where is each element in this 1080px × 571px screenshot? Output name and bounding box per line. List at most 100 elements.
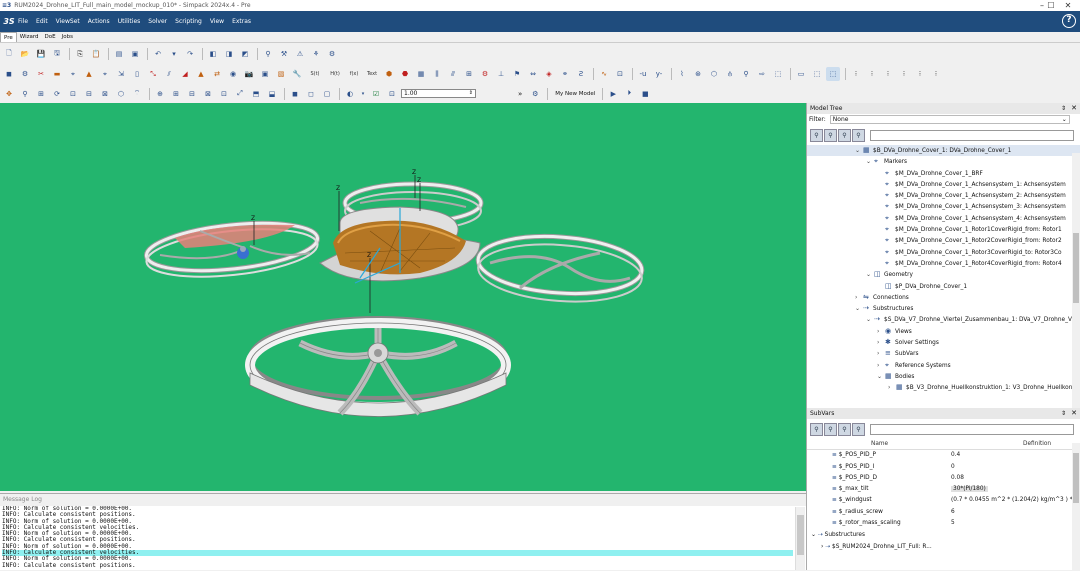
col-definition[interactable]: Definition bbox=[947, 439, 1073, 449]
color-icon[interactable]: ◐ bbox=[343, 87, 357, 101]
subvar-row[interactable]: ≡ $_rotor_mass_scaling 5 bbox=[807, 518, 1080, 529]
subvar-definition[interactable]: 0.08 bbox=[951, 475, 964, 481]
view-icon[interactable]: ▣ bbox=[258, 67, 272, 81]
display-8-icon[interactable]: ⬓ bbox=[265, 87, 279, 101]
solid-icon[interactable]: ◼ bbox=[288, 87, 302, 101]
model-overview-icon[interactable]: ▤ bbox=[112, 47, 126, 61]
new-model-icon[interactable]: 🗋 bbox=[2, 47, 16, 61]
menu-viewset[interactable]: ViewSet bbox=[56, 18, 80, 25]
undo-icon[interactable]: ↶ bbox=[151, 47, 165, 61]
rotate-icon[interactable]: ⟳ bbox=[50, 87, 64, 101]
tab-pre[interactable]: Pre bbox=[0, 32, 17, 42]
drone-model[interactable]: Z Z Z Z Z bbox=[0, 103, 806, 491]
subvars-group-child[interactable]: › ⇢ $S_RUM2024_Drohne_LIT_Full: R... bbox=[807, 541, 1080, 552]
tree-node[interactable]: ◫ $P_DVa_Drohne_Cover_1 bbox=[807, 281, 1080, 292]
body-icon[interactable]: ◼ bbox=[2, 67, 16, 81]
io-icon[interactable]: ⇄ bbox=[210, 67, 224, 81]
tree-node[interactable]: ⌄ ⇢ Substructures bbox=[807, 303, 1080, 314]
pan-icon[interactable]: ✥ bbox=[2, 87, 16, 101]
constraint-icon[interactable]: ⚙ bbox=[325, 47, 339, 61]
connection-icon[interactable]: ⇲ bbox=[114, 67, 128, 81]
animation-icon[interactable]: ⊛ bbox=[691, 67, 705, 81]
open-icon[interactable]: 📂 bbox=[18, 47, 32, 61]
joint-add-icon[interactable]: ⚙ bbox=[18, 67, 32, 81]
expression-button[interactable]: f(x) bbox=[346, 67, 362, 81]
log-scrollbar[interactable] bbox=[795, 507, 805, 570]
expand-arrow-icon[interactable]: › bbox=[877, 326, 885, 337]
link-icon[interactable]: ⇔ bbox=[526, 67, 540, 81]
tree-node[interactable]: › ⇋ Connections bbox=[807, 292, 1080, 303]
display-7-icon[interactable]: ⬒ bbox=[249, 87, 263, 101]
tree-node[interactable]: ⌖ $M_DVa_Drohne_Cover_1_Achsensystem_1: A… bbox=[807, 179, 1080, 190]
primitive-icon[interactable]: ▲ bbox=[82, 67, 96, 81]
fit-icon[interactable]: ⊞ bbox=[34, 87, 48, 101]
time-excitation-button[interactable]: H(t) bbox=[326, 67, 344, 81]
color-dropdown-icon[interactable]: ▾ bbox=[359, 87, 367, 101]
menu-view[interactable]: View bbox=[210, 18, 224, 25]
expand-arrow-icon[interactable]: ⌄ bbox=[866, 156, 874, 167]
help-icon[interactable]: ? bbox=[1062, 14, 1076, 28]
grid-icon[interactable]: ▭ bbox=[794, 67, 808, 81]
mesh-icon[interactable]: ▦ bbox=[414, 67, 428, 81]
subvar-definition[interactable]: 0 bbox=[951, 464, 955, 470]
model-name-label[interactable]: My New Model bbox=[555, 91, 595, 97]
subvars-tool-2-icon[interactable]: ⚲ bbox=[824, 422, 837, 436]
load-icon[interactable]: ▲ bbox=[194, 67, 208, 81]
geometry-icon[interactable]: ▬ bbox=[50, 67, 64, 81]
tree-tool-4-icon[interactable]: ⚲ bbox=[852, 128, 865, 142]
subvar-definition[interactable]: 0.4 bbox=[951, 452, 960, 458]
menu-solver[interactable]: Solver bbox=[148, 18, 167, 25]
tree-node[interactable]: ⌖ $M_DVa_Drohne_Cover_1_Achsensystem_4: A… bbox=[807, 213, 1080, 224]
subvars-tool-4-icon[interactable]: ⚲ bbox=[852, 422, 865, 436]
tree-node[interactable]: › ◉ Views bbox=[807, 326, 1080, 337]
text-button[interactable]: Text bbox=[364, 67, 380, 81]
flexbody-icon[interactable]: ⬣ bbox=[398, 67, 412, 81]
align-4-icon[interactable]: ⁝ bbox=[897, 67, 911, 81]
redo-icon[interactable]: ↷ bbox=[183, 47, 197, 61]
tree-node[interactable]: › ≡ SubVars bbox=[807, 348, 1080, 359]
tree-node[interactable]: ⌖ $M_DVa_Drohne_Cover_1_Rotor3CoverRigid_… bbox=[807, 247, 1080, 258]
step-icon[interactable]: ⏵ bbox=[622, 87, 636, 101]
marker-icon[interactable]: ⚘ bbox=[309, 47, 323, 61]
close-button[interactable]: ✕ bbox=[1056, 0, 1080, 11]
subvar-definition[interactable]: 5 bbox=[951, 520, 955, 526]
mass-icon[interactable]: ⬢ bbox=[382, 67, 396, 81]
subvar-row[interactable]: ≡ $_POS_PID_I 0 bbox=[807, 462, 1080, 473]
tree-node[interactable]: ⌄ ◫ Geometry bbox=[807, 269, 1080, 280]
align-3-icon[interactable]: ⁝ bbox=[881, 67, 895, 81]
image-icon[interactable]: ▧ bbox=[274, 67, 288, 81]
display-4-icon[interactable]: ⊠ bbox=[201, 87, 215, 101]
model-check-icon[interactable]: ▣ bbox=[128, 47, 142, 61]
model-settings-icon[interactable]: ⚙ bbox=[528, 87, 542, 101]
contact-icon[interactable]: ◈ bbox=[542, 67, 556, 81]
ref-system-icon[interactable]: ⌖ bbox=[98, 67, 112, 81]
tree-tool-2-icon[interactable]: ⚲ bbox=[824, 128, 837, 142]
bearing-icon[interactable]: ⊥ bbox=[494, 67, 508, 81]
filter-select[interactable]: None ⌄ bbox=[829, 115, 1070, 124]
expand-arrow-icon[interactable]: ⌄ bbox=[866, 314, 874, 325]
expand-arrow-icon[interactable]: ⌄ bbox=[877, 371, 885, 382]
input-function-button[interactable]: S(t) bbox=[306, 67, 324, 81]
menu-actions[interactable]: Actions bbox=[88, 18, 110, 25]
gear-icon[interactable]: ⚙ bbox=[478, 67, 492, 81]
copy-icon[interactable]: ⎘ bbox=[73, 47, 87, 61]
subvar-row[interactable]: ≡ $_windgust (0.7 * 0.0455 m^2 * (1.204/2… bbox=[807, 495, 1080, 506]
belt-icon[interactable]: Ƨ bbox=[574, 67, 588, 81]
signal-icon[interactable]: ∿ bbox=[597, 67, 611, 81]
expand-arrow-icon[interactable]: ⌄ bbox=[866, 269, 874, 280]
tab-doe[interactable]: DoE bbox=[42, 32, 59, 42]
tree-tool-3-icon[interactable]: ⚲ bbox=[838, 128, 851, 142]
rail-icon[interactable]: ⊞ bbox=[462, 67, 476, 81]
view-side-icon[interactable]: ⊟ bbox=[82, 87, 96, 101]
display-3-icon[interactable]: ⊟ bbox=[185, 87, 199, 101]
control-icon[interactable]: ◉ bbox=[226, 67, 240, 81]
col-name[interactable]: Name bbox=[807, 439, 947, 449]
close-icon[interactable]: ✕ bbox=[1071, 408, 1077, 419]
align-6-icon[interactable]: ⁝ bbox=[929, 67, 943, 81]
tree-node[interactable]: ⌄ ▦ Bodies bbox=[807, 371, 1080, 382]
3d-viewport[interactable]: Z Z Z Z Z bbox=[0, 103, 806, 491]
cable-icon[interactable]: ⚑ bbox=[510, 67, 524, 81]
camera-icon[interactable]: 📷 bbox=[242, 67, 256, 81]
sensor-icon[interactable]: ⚠ bbox=[293, 47, 307, 61]
view-front-icon[interactable]: ⊡ bbox=[66, 87, 80, 101]
